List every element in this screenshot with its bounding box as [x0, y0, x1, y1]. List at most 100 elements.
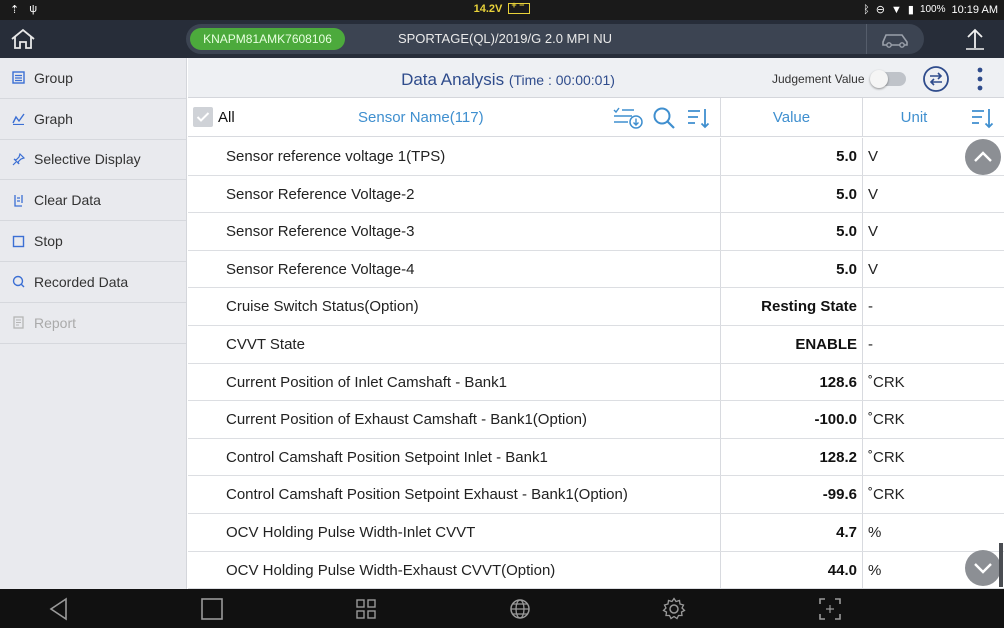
battery-icon: ▮ [907, 4, 914, 16]
sensor-name: OCV Holding Pulse Width-Inlet CVVT [226, 523, 476, 541]
table-row[interactable]: OCV Holding Pulse Width-Exhaust CVVT(Opt… [188, 551, 1004, 589]
screen-capture-button[interactable] [816, 595, 844, 623]
table-row[interactable]: Current Position of Inlet Camshaft - Ban… [188, 363, 1004, 402]
chevron-down-icon [974, 563, 992, 574]
sensor-unit: ˚CRK [868, 373, 905, 391]
sensor-name: OCV Holding Pulse Width-Exhaust CVVT(Opt… [226, 561, 556, 579]
sensor-unit: V [868, 260, 879, 278]
swap-icon [923, 66, 949, 92]
capture-icon [819, 598, 841, 620]
column-header: All Sensor Name(117) Value Unit [188, 98, 1004, 137]
judgement-value-label: Judgement Value [772, 72, 865, 86]
table-row[interactable]: Sensor Reference Voltage-4 5.0 V [188, 250, 1004, 289]
table-row[interactable]: Sensor Reference Voltage-3 5.0 V [188, 213, 1004, 251]
main-header: Data Analysis (Time : 00:00:01) Judgemen… [188, 58, 1004, 98]
sensor-unit: V [868, 148, 879, 165]
sidebar: Group Graph Selective Display Clear Data… [0, 58, 187, 589]
sensor-value: 5.0 [720, 213, 863, 250]
sensor-unit: V [868, 223, 879, 241]
sidebar-item-label: Group [34, 69, 73, 86]
sidebar-item-recorded-data[interactable]: Recorded Data [0, 262, 186, 303]
group-icon [11, 71, 25, 85]
home-icon [11, 28, 35, 49]
sensor-name-header[interactable]: Sensor Name(117) [358, 109, 484, 126]
value-header[interactable]: Value [720, 98, 863, 137]
sensor-name: Sensor reference voltage 1(TPS) [226, 148, 446, 165]
back-button[interactable] [45, 595, 73, 623]
home-button[interactable] [0, 20, 46, 58]
swap-button[interactable] [922, 65, 950, 93]
grid-icon [356, 599, 376, 619]
sensor-value: 5.0 [720, 138, 863, 175]
sidebar-item-label: Stop [34, 233, 63, 250]
search-button[interactable] [652, 106, 676, 130]
sidebar-item-stop[interactable]: Stop [0, 221, 186, 262]
toggle-knob [870, 70, 888, 88]
recorded-icon [11, 275, 25, 289]
settings-button[interactable] [660, 595, 688, 623]
pin-icon [11, 152, 25, 166]
sidebar-item-label: Graph [34, 110, 73, 127]
vehicle-info-button[interactable] [866, 24, 924, 54]
chevron-up-icon [974, 151, 992, 162]
sort-sensor-button[interactable] [686, 106, 710, 130]
clear-icon [11, 193, 25, 207]
sensor-unit: - [868, 298, 873, 316]
select-all-checkbox[interactable] [193, 107, 213, 127]
table-row[interactable]: Current Position of Exhaust Camshaft - B… [188, 401, 1004, 439]
vehicle-name: SPORTAGE(QL)/2019/G 2.0 MPI NU [397, 31, 613, 46]
sidebar-item-clear-data[interactable]: Clear Data [0, 180, 186, 222]
home-nav-button[interactable] [198, 595, 226, 623]
arrow-up-exit-icon [966, 28, 984, 50]
status-bar: ⇡ ψ 14.2V ᛒ ⊖ ▼ ▮ 100% 10:19 AM [0, 0, 1004, 20]
clock: 10:19 AM [951, 3, 998, 16]
scroll-down-button[interactable] [965, 550, 1001, 586]
table-row[interactable]: Sensor Reference Voltage-2 5.0 V [188, 175, 1004, 214]
report-icon [11, 316, 25, 330]
sidebar-item-report[interactable]: Report [0, 303, 186, 344]
sensor-value: 4.7 [720, 513, 863, 551]
sidebar-item-group[interactable]: Group [0, 58, 186, 99]
sensor-unit: V [868, 185, 879, 203]
table-row[interactable]: OCV Holding Pulse Width-Inlet CVVT 4.7% [188, 513, 1004, 552]
unit-header[interactable]: Unit [864, 109, 964, 126]
voltage-indicator: 14.2V [0, 0, 1004, 15]
sensor-value: 44.0 [720, 551, 863, 589]
more-options-button[interactable] [972, 66, 988, 92]
sensor-value: ENABLE [720, 325, 863, 363]
judgement-value-toggle[interactable] [870, 70, 906, 88]
table-row[interactable]: Control Camshaft Position Setpoint Inlet… [188, 438, 1004, 477]
sidebar-item-graph[interactable]: Graph [0, 99, 186, 140]
browser-button[interactable] [506, 595, 534, 623]
wifi-icon: ▼ [890, 3, 902, 16]
list-download-icon [613, 107, 643, 129]
recent-apps-button[interactable] [352, 595, 380, 623]
back-icon [49, 597, 67, 621]
sort-list-button[interactable] [612, 106, 643, 130]
sensor-value: Resting State [720, 288, 863, 325]
table-row[interactable]: Cruise Switch Status(Option) Resting Stat… [188, 288, 1004, 326]
table-row[interactable]: CVVT State ENABLE - [188, 325, 1004, 364]
sensor-unit: - [868, 335, 873, 353]
sidebar-item-selective-display[interactable]: Selective Display [0, 140, 186, 181]
search-icon [653, 107, 675, 129]
sensor-name: Current Position of Inlet Camshaft - Ban… [226, 373, 507, 391]
exit-button[interactable] [946, 20, 1004, 58]
sensor-value: -100.0 [720, 401, 863, 438]
select-all-label: All [218, 109, 235, 126]
sort-unit-button[interactable] [970, 106, 994, 130]
sidebar-item-label: Recorded Data [34, 273, 129, 290]
sensor-unit: ˚CRK [868, 448, 905, 466]
table-row[interactable]: Control Camshaft Position Setpoint Exhau… [188, 476, 1004, 514]
sensor-name: Sensor Reference Voltage-3 [226, 223, 415, 241]
sensor-unit: ˚CRK [868, 486, 905, 504]
sensor-value: 128.2 [720, 438, 863, 476]
page-title-text: Data Analysis [401, 70, 505, 89]
sensor-value: 128.6 [720, 363, 863, 401]
sensor-name: Cruise Switch Status(Option) [226, 298, 419, 316]
table-row[interactable]: Sensor reference voltage 1(TPS) 5.0 V [188, 138, 1004, 176]
scrollbar-thumb[interactable] [999, 543, 1003, 587]
vin-badge: KNAPM81AMK7608106 [190, 28, 345, 50]
scroll-up-button[interactable] [965, 139, 1001, 175]
sensor-table: Sensor reference voltage 1(TPS) 5.0 V Sens… [188, 138, 1004, 589]
